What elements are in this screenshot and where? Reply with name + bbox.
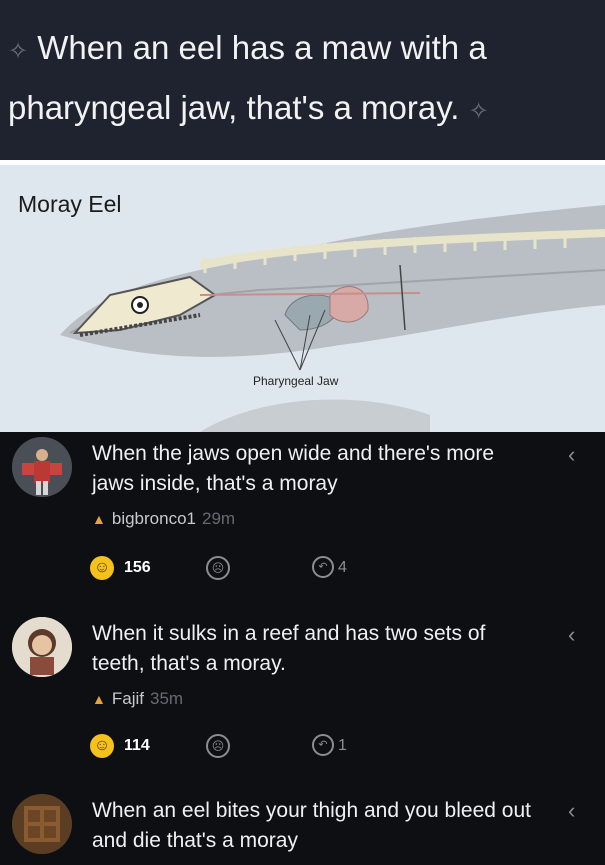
frown-icon[interactable]: ☹ (206, 734, 230, 758)
sparkle-icon: ✧ (8, 38, 29, 65)
username[interactable]: Fajif (112, 689, 144, 708)
moray-illustration: Moray Eel Pharyngeal Jaw (0, 165, 605, 432)
like-count: 156 (124, 559, 151, 576)
reply-count: 1 (338, 737, 347, 754)
comment-actions: ☺ 156 ☹ ↶ 4 (90, 556, 390, 584)
frown-icon[interactable]: ☹ (206, 556, 230, 580)
avatar-image (12, 794, 72, 854)
timestamp: 35m (149, 689, 184, 708)
smile-emoji-icon[interactable]: ☺ (90, 734, 114, 758)
reply-icon[interactable]: ↶ (312, 556, 334, 578)
like-count: 114 (124, 737, 150, 754)
avatar[interactable] (12, 437, 72, 497)
flame-icon: ▲ (92, 511, 106, 527)
avatar[interactable] (12, 794, 72, 854)
caption-text: When an eel has a maw with a pharyngeal … (8, 29, 487, 126)
smile-emoji-icon[interactable]: ☺ (90, 556, 114, 580)
chevron-left-icon[interactable]: ‹ (568, 622, 575, 648)
comment-text: When an eel bites your thigh and you ble… (92, 799, 531, 852)
caption-header: ✧ When an eel has a maw with a pharyngea… (0, 0, 605, 160)
comment-text: When it sulks in a reef and has two sets… (92, 622, 486, 675)
reply-count: 4 (338, 559, 347, 576)
comment-actions: ☺ 114 ☹ ↶ 1 (90, 734, 390, 762)
chevron-left-icon[interactable]: ‹ (568, 798, 575, 824)
avatar[interactable] (12, 617, 72, 677)
avatar-image (12, 437, 72, 497)
reply-icon[interactable]: ↶ (312, 734, 334, 756)
illustration-title: Moray Eel (18, 191, 122, 217)
flame-icon: ▲ (92, 691, 106, 707)
username[interactable]: bigbronco1 (112, 509, 196, 528)
chevron-left-icon[interactable]: ‹ (568, 442, 575, 468)
timestamp: 29m (201, 509, 236, 528)
comment-feed: When the jaws open wide and there's more… (0, 432, 605, 865)
comment-text: When the jaws open wide and there's more… (92, 442, 495, 495)
avatar-image (12, 617, 72, 677)
sparkle-icon: ✧ (468, 98, 489, 125)
pharyngeal-jaw-label: Pharyngeal Jaw (253, 374, 339, 388)
